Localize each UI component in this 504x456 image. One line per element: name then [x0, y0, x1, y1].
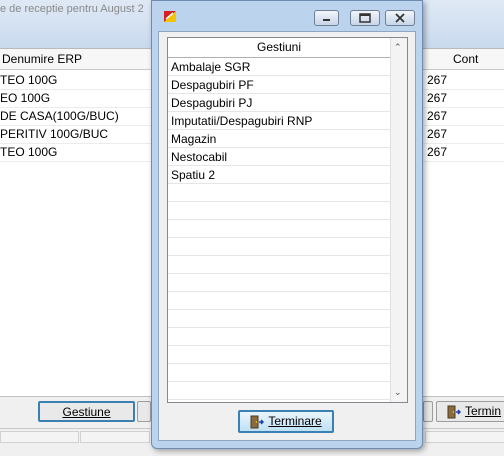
list-item-label: Nestocabil — [171, 150, 228, 164]
list-item[interactable]: Nestocabil — [168, 148, 390, 166]
gestiuni-dialog: Gestiuni Ambalaje SGR Despagubiri PF Des… — [151, 0, 423, 449]
dialog-title-bar[interactable] — [152, 1, 422, 31]
background-terminare-label: Termin — [465, 404, 502, 418]
list-item-empty[interactable] — [168, 202, 390, 220]
list-item[interactable]: Imputatii/Despagubiri RNP — [168, 112, 390, 130]
list-item-label: Imputatii/Despagubiri RNP — [171, 114, 313, 128]
column-header-cont[interactable]: Cont — [453, 52, 478, 66]
list-item[interactable]: Spatiu 2 — [168, 166, 390, 184]
list-item-empty[interactable] — [168, 292, 390, 310]
list-item-empty[interactable] — [168, 310, 390, 328]
list-item-empty[interactable] — [168, 184, 390, 202]
terminare-button-label: Terminare — [268, 414, 322, 428]
cell-cont: 267 — [427, 145, 448, 159]
status-cell — [425, 431, 504, 443]
gestiune-button[interactable]: Gestiune — [38, 401, 135, 422]
status-cell — [0, 431, 79, 443]
minimize-icon — [323, 19, 330, 21]
list-item-empty[interactable] — [168, 346, 390, 364]
list-item[interactable]: Despagubiri PF — [168, 76, 390, 94]
cell-denumire: TEO 100G — [0, 73, 58, 87]
list-item-label: Spatiu 2 — [171, 168, 216, 182]
scroll-up-arrow-icon[interactable]: ⌃ — [394, 42, 402, 53]
maximize-button[interactable] — [350, 10, 380, 26]
gestiune-button-label: Gestiune — [62, 405, 111, 419]
list-header[interactable]: Gestiuni — [168, 38, 390, 58]
cell-cont: 267 — [427, 127, 448, 141]
list-item[interactable]: Magazin — [168, 130, 390, 148]
vertical-scrollbar[interactable]: ⌃ ⌄ — [390, 38, 407, 402]
terminare-button[interactable]: Terminare — [238, 410, 334, 433]
app-logo-icon — [164, 11, 176, 22]
background-terminare-button[interactable]: Termin — [436, 401, 504, 422]
list-item-empty[interactable] — [168, 238, 390, 256]
background-window-title: e de receptie pentru August 2 — [0, 3, 144, 15]
list-item-empty[interactable] — [168, 220, 390, 238]
door-exit-icon — [447, 405, 461, 419]
scroll-down-arrow-icon[interactable]: ⌄ — [394, 387, 402, 398]
dialog-body: Gestiuni Ambalaje SGR Despagubiri PF Des… — [158, 31, 416, 441]
cell-cont: 267 — [427, 91, 448, 105]
minimize-button[interactable] — [314, 10, 339, 26]
cell-denumire: TEO 100G — [0, 145, 58, 159]
column-header-denumire[interactable]: Denumire ERP — [2, 52, 82, 66]
status-cell — [80, 431, 150, 443]
list-item[interactable]: Despagubiri PJ — [168, 94, 390, 112]
list-item-label: Ambalaje SGR — [171, 60, 251, 74]
list-item-label: Despagubiri PJ — [171, 96, 253, 110]
list-item[interactable]: Ambalaje SGR — [168, 58, 390, 76]
list-item-label: Despagubiri PF — [171, 78, 254, 92]
cell-cont: 267 — [427, 109, 448, 123]
cell-denumire: DE CASA(100G/BUC) — [0, 109, 119, 123]
list-item-empty[interactable] — [168, 328, 390, 346]
background-button-partial[interactable] — [423, 401, 433, 422]
door-exit-icon — [250, 415, 265, 429]
list-item-empty[interactable] — [168, 274, 390, 292]
close-button[interactable] — [385, 10, 415, 26]
maximize-icon — [359, 13, 371, 23]
list-item-empty[interactable] — [168, 256, 390, 274]
close-icon — [395, 13, 405, 23]
gestiuni-list[interactable]: Gestiuni Ambalaje SGR Despagubiri PF Des… — [167, 37, 408, 403]
list-item-empty[interactable] — [168, 364, 390, 382]
background-button-partial[interactable] — [137, 401, 151, 422]
cell-denumire: EO 100G — [0, 91, 51, 105]
cell-cont: 267 — [427, 73, 448, 87]
cell-denumire: PERITIV 100G/BUC — [0, 127, 109, 141]
list-item-empty[interactable] — [168, 382, 390, 400]
list-item-label: Magazin — [171, 132, 217, 146]
